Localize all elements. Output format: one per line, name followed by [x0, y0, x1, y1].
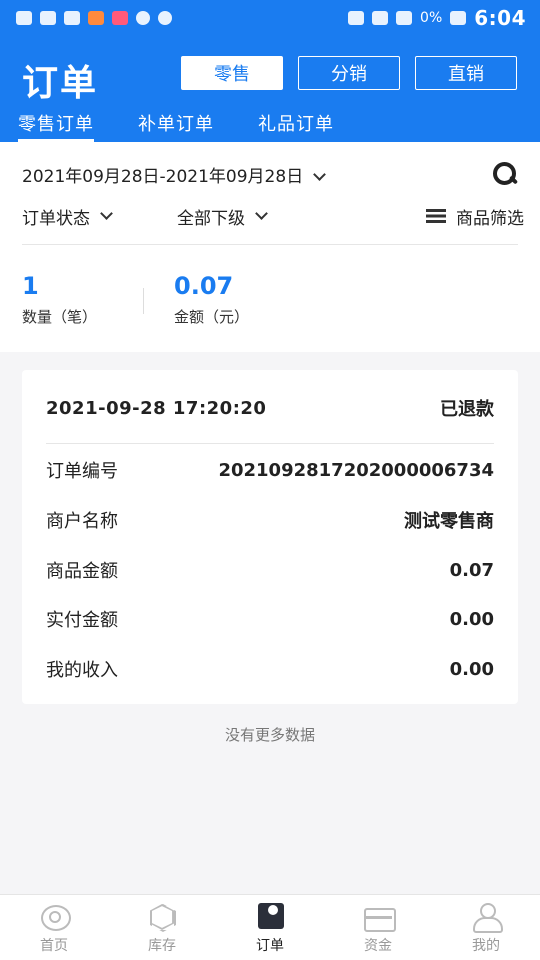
tab-orders[interactable]: 订单	[216, 895, 324, 960]
gallery-icon	[16, 11, 32, 25]
date-range-row: 2021年09月28日-2021年09月28日	[22, 160, 518, 188]
count-value: 1	[22, 272, 39, 300]
tab-supplement-orders[interactable]: 补单订单	[138, 110, 214, 136]
goods-filter-button[interactable]: 商品筛选	[426, 204, 524, 229]
status-notifications	[16, 11, 172, 25]
wifi-strength-icon	[396, 11, 413, 25]
status-system: 0% 6:04	[348, 6, 526, 30]
subordinate-dropdown[interactable]: 全部下级	[177, 204, 426, 229]
chevron-down-icon	[100, 207, 113, 220]
row-label: 商品金额	[46, 561, 118, 582]
battery-percent: 0%	[420, 10, 443, 26]
app-header: 订单 零售 分销 直销 零售订单 补单订单 礼品订单	[0, 36, 540, 142]
wallet-icon	[362, 903, 396, 932]
order-number-value: 20210928172020000067​34	[218, 459, 494, 481]
no-more-data-text: 没有更多数据	[224, 726, 315, 744]
tab-label: 首页	[40, 938, 68, 954]
clock: 6:04	[474, 6, 526, 30]
profile-icon	[470, 903, 503, 933]
order-header: 2021-09-28 17:20:20 已退款	[46, 394, 494, 422]
tab-label: 零售订单	[18, 114, 94, 135]
divider	[46, 443, 494, 444]
income-row: 我的收入 0.00	[46, 654, 494, 684]
chevron-down-icon	[313, 168, 327, 181]
mode-direct-button[interactable]: 直销	[415, 56, 517, 90]
row-label: 订单编号	[46, 461, 118, 482]
amount-label: 金额（元）	[174, 308, 250, 326]
message-app-icon	[112, 11, 128, 25]
filter-panel: 2021年09月28日-2021年09月28日 订单状态 全部下级 商品筛选 1…	[0, 142, 540, 352]
mode-retail-button[interactable]: 零售	[181, 56, 283, 90]
tab-gift-orders[interactable]: 礼品订单	[258, 110, 334, 136]
order-status-label: 订单状态	[22, 208, 90, 229]
bottom-tab-bar: 首页 库存 订单 资金 我的	[0, 894, 540, 960]
order-type-tabs: 零售订单 补单订单 礼品订单	[0, 106, 540, 142]
wifi-icon	[64, 11, 80, 25]
tab-stock[interactable]: 库存	[108, 895, 216, 960]
order-card[interactable]: 2021-09-28 17:20:20 已退款 订单编号 20210928172…	[22, 370, 518, 704]
battery-icon	[450, 11, 467, 25]
amount-value: 0.07	[174, 272, 234, 300]
tab-label: 资金	[364, 938, 392, 954]
order-status-badge: 已退款	[440, 399, 494, 420]
row-label: 商户名称	[46, 511, 118, 532]
tab-retail-orders[interactable]: 零售订单	[18, 110, 94, 142]
subordinate-label: 全部下级	[177, 208, 245, 229]
mode-distribution-button[interactable]: 分销	[298, 56, 400, 90]
tab-label: 订单	[256, 938, 284, 954]
filter-row: 订单状态 全部下级 商品筛选	[22, 202, 524, 230]
tab-funds[interactable]: 资金	[324, 895, 432, 960]
divider	[22, 244, 518, 245]
page-title: 订单	[22, 63, 99, 104]
mute-icon	[372, 11, 389, 25]
home-icon	[38, 903, 71, 931]
order-icon	[254, 903, 286, 931]
nfc-icon	[348, 11, 365, 25]
merchant-row: 商户名称 测试零售商	[46, 505, 494, 535]
order-number-row: 订单编号 20210928172020000067​34	[46, 455, 494, 485]
tab-label: 补单订单	[138, 114, 214, 135]
merchant-value: 测试零售商	[404, 511, 494, 532]
status-bar: 0% 6:04	[0, 0, 540, 36]
paid-amount-value: 0.00	[449, 608, 494, 630]
row-label: 我的收入	[46, 660, 118, 681]
signal-icon	[40, 11, 56, 25]
goods-amount-row: 商品金额 0.07	[46, 555, 494, 585]
tab-home[interactable]: 首页	[0, 895, 108, 960]
income-value: 0.00	[449, 658, 494, 680]
chevron-down-icon	[255, 207, 268, 220]
stock-icon	[146, 903, 178, 931]
count-stat: 1 数量（笔）	[22, 272, 97, 327]
row-label: 实付金额	[46, 610, 118, 631]
order-datetime: 2021-09-28 17:20:20	[46, 397, 267, 419]
bulb-icon	[158, 11, 172, 25]
tab-mine[interactable]: 我的	[432, 895, 540, 960]
app-notification-icon	[136, 11, 150, 25]
order-status-dropdown[interactable]: 订单状态	[22, 204, 177, 229]
date-range-text: 2021年09月28日-2021年09月28日	[22, 166, 304, 187]
tab-label: 我的	[472, 938, 500, 954]
amount-stat: 0.07 金额（元）	[174, 272, 249, 327]
menu-lines-icon	[426, 209, 446, 223]
stat-separator	[143, 288, 144, 314]
goods-amount-value: 0.07	[449, 559, 494, 581]
tab-label: 库存	[148, 938, 176, 954]
search-icon[interactable]	[492, 161, 518, 187]
paid-amount-row: 实付金额 0.00	[46, 604, 494, 634]
video-app-icon	[88, 11, 104, 25]
date-range-selector[interactable]: 2021年09月28日-2021年09月28日	[22, 162, 327, 187]
tab-label: 礼品订单	[258, 114, 334, 135]
count-label: 数量（笔）	[22, 308, 98, 326]
goods-filter-label: 商品筛选	[456, 208, 524, 229]
